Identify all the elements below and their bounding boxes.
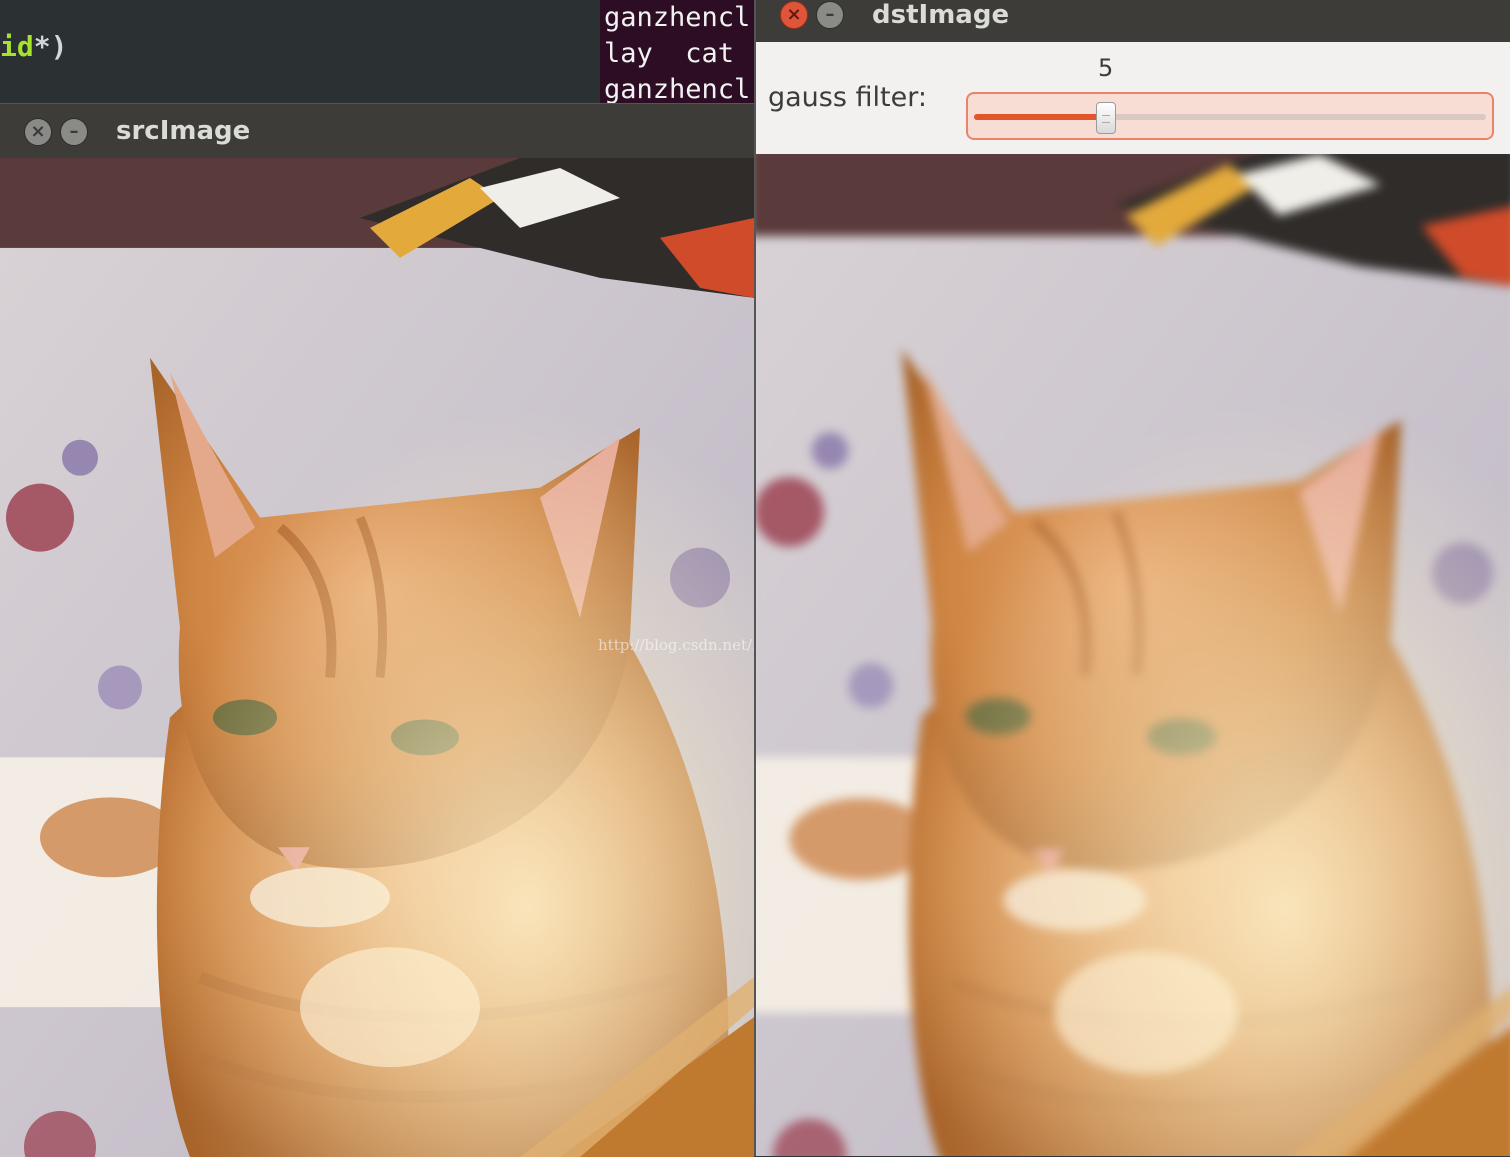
window-title: srcImage: [116, 116, 251, 146]
blurred-output-image: [756, 154, 1510, 1156]
minimize-icon[interactable]: –: [816, 1, 844, 29]
slider-fill: [974, 114, 1107, 120]
code-text: *): [33, 30, 68, 63]
terminal-line: ganzhencl: [604, 74, 751, 104]
terminal-background: ganzhencl lay cat ganzhencl: [600, 0, 756, 104]
window-title: dstImage: [872, 0, 1010, 30]
window-titlebar[interactable]: × – dstImage: [756, 0, 1510, 42]
source-image: http://blog.csdn.net/...: [0, 158, 754, 1157]
code-editor-background: id*): [0, 0, 600, 104]
trackbar-label: gauss filter:: [768, 82, 927, 113]
close-icon[interactable]: ×: [24, 118, 52, 146]
terminal-line: ganzhencl: [604, 2, 751, 33]
close-icon[interactable]: ×: [780, 1, 808, 29]
watermark-text: http://blog.csdn.net/...: [598, 636, 754, 654]
code-line: id*): [0, 30, 67, 63]
terminal-line: lay cat: [604, 38, 735, 69]
minimize-icon[interactable]: –: [60, 118, 88, 146]
src-image-window: × – srcImage http://blog.csdn.net/...: [0, 103, 754, 1157]
trackbar-value: 5: [1098, 54, 1114, 82]
dst-image-window: × – dstImage 5 gauss filter:: [754, 0, 1510, 1156]
trackbar-panel: 5 gauss filter:: [756, 42, 1510, 154]
slider-thumb[interactable]: [1096, 102, 1117, 134]
window-titlebar[interactable]: × – srcImage: [0, 104, 754, 158]
cat-photo: [0, 158, 754, 1157]
cat-photo-blurred: [756, 154, 1510, 1156]
gauss-filter-slider[interactable]: [966, 92, 1494, 140]
code-keyword: id: [0, 30, 34, 63]
